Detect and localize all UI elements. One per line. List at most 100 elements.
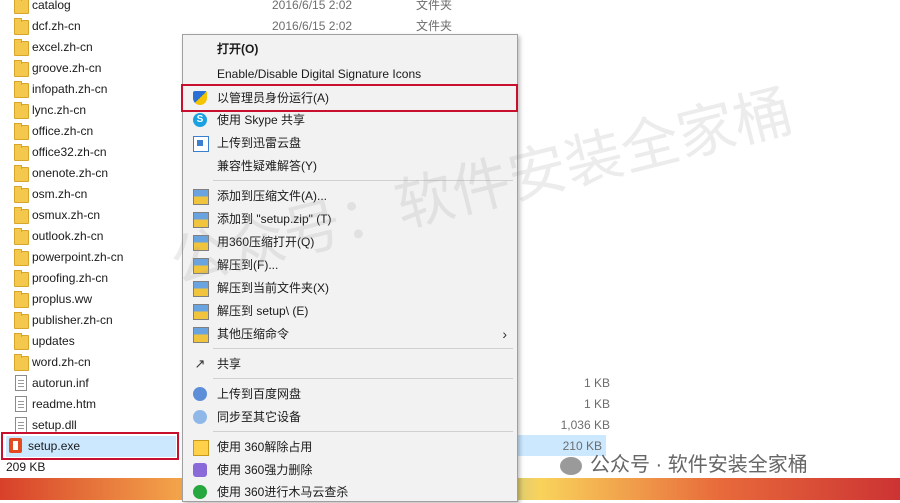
menu-item-label: 同步至其它设备 xyxy=(217,410,302,424)
menu-separator xyxy=(213,180,513,181)
menu-item-label: 添加到 "setup.zip" (T) xyxy=(217,212,332,226)
menu-item-label: 其他压缩命令 xyxy=(217,327,290,341)
file-name: excel.zh-cn xyxy=(32,40,93,54)
menu-item-extract-setup[interactable]: 解压到 setup\ (E) xyxy=(183,300,517,322)
archive-icon xyxy=(193,258,209,274)
menu-item-label: 打开(O) xyxy=(217,42,259,56)
folder-icon xyxy=(14,249,29,266)
status-bar-size: 209 KB xyxy=(6,460,46,474)
menu-item-label: 使用 Skype 共享 xyxy=(217,113,306,127)
folder-icon xyxy=(14,81,29,98)
baidu-cloud-icon xyxy=(193,387,207,401)
xunlei-cloud-icon xyxy=(193,136,209,152)
wechat-account-mark: 公众号 · 软件安装全家桶 xyxy=(560,452,808,478)
submenu-arrow-icon: › xyxy=(502,326,507,342)
folder-icon xyxy=(14,291,29,308)
menu-item-other-compress[interactable]: 其他压缩命令 › xyxy=(183,323,517,345)
archive-icon xyxy=(193,281,209,297)
wechat-account-label: 公众号 · 软件安装全家桶 xyxy=(590,454,808,476)
file-name: readme.htm xyxy=(32,397,97,411)
file-name: office32.zh-cn xyxy=(32,145,107,159)
file-name: powerpoint.zh-cn xyxy=(32,250,124,264)
menu-item-label: Enable/Disable Digital Signature Icons xyxy=(217,67,422,81)
menu-separator xyxy=(213,348,513,349)
menu-item-label: 使用 360解除占用 xyxy=(217,440,313,454)
file-name: osm.zh-cn xyxy=(32,187,88,201)
menu-item-compat-troubleshoot[interactable]: 兼容性疑难解答(Y) xyxy=(183,155,517,177)
share-icon: ↗ xyxy=(194,356,206,371)
archive-icon xyxy=(193,304,209,320)
file-name: proofing.zh-cn xyxy=(32,271,109,285)
file-name: lync.zh-cn xyxy=(32,103,87,117)
dll-file-icon xyxy=(15,417,27,433)
inf-file-icon xyxy=(15,375,27,391)
archive-icon xyxy=(193,189,209,205)
menu-item-extract-here[interactable]: 解压到当前文件夹(X) xyxy=(183,277,517,299)
wechat-icon xyxy=(560,456,582,475)
menu-item-360-delete[interactable]: 使用 360强力删除 xyxy=(183,459,517,481)
360-scan-icon xyxy=(193,485,207,499)
menu-item-baidu-upload[interactable]: 上传到百度网盘 xyxy=(183,383,517,405)
file-name: publisher.zh-cn xyxy=(32,313,113,327)
file-name: updates xyxy=(32,334,75,348)
folder-icon xyxy=(14,60,29,77)
360-delete-icon xyxy=(193,463,207,477)
file-name: word.zh-cn xyxy=(32,355,91,369)
menu-item-label: 兼容性疑难解答(Y) xyxy=(217,159,317,173)
menu-item-label: 使用 360强力删除 xyxy=(217,463,313,477)
archive-icon xyxy=(193,212,209,228)
file-date: 2016/6/15 2:02 xyxy=(272,0,353,12)
menu-item-sync-devices[interactable]: 同步至其它设备 xyxy=(183,406,517,428)
menu-item-xunlei-upload[interactable]: 上传到迅雷云盘 xyxy=(183,132,517,154)
htm-file-icon xyxy=(15,396,27,412)
file-name: catalog xyxy=(32,0,71,12)
file-row-catalog[interactable]: catalog 2016/6/15 2:02 文件夹 xyxy=(10,0,610,16)
menu-item-label: 共享 xyxy=(217,357,242,371)
folder-icon xyxy=(14,165,29,182)
menu-item-share[interactable]: ↗ 共享 xyxy=(183,353,517,375)
menu-item-label: 上传到百度网盘 xyxy=(217,387,302,401)
file-name: osmux.zh-cn xyxy=(32,208,101,222)
sync-icon xyxy=(193,410,207,424)
menu-item-360-unlock[interactable]: 使用 360解除占用 xyxy=(183,436,517,458)
menu-item-label: 解压到(F)... xyxy=(217,258,279,272)
menu-item-add-archive[interactable]: 添加到压缩文件(A)... xyxy=(183,185,517,207)
file-name: autorun.inf xyxy=(32,376,89,390)
folder-icon xyxy=(14,228,29,245)
360-unlock-icon xyxy=(193,440,209,456)
folder-icon xyxy=(14,207,29,224)
folder-icon xyxy=(14,354,29,371)
file-name: office.zh-cn xyxy=(32,124,94,138)
file-name: infopath.zh-cn xyxy=(32,82,108,96)
folder-icon xyxy=(14,333,29,350)
folder-icon xyxy=(14,144,29,161)
context-menu: 打开(O) Enable/Disable Digital Signature I… xyxy=(181,34,518,502)
file-name: outlook.zh-cn xyxy=(32,229,104,243)
file-size: 1 KB xyxy=(583,376,610,390)
file-name: proplus.ww xyxy=(32,292,93,306)
menu-item-extract-to[interactable]: 解压到(F)... xyxy=(183,254,517,276)
folder-icon xyxy=(14,102,29,119)
menu-item-digital-signature[interactable]: Enable/Disable Digital Signature Icons xyxy=(183,63,517,85)
folder-icon xyxy=(14,18,29,35)
file-size: 1,036 KB xyxy=(560,418,610,432)
archive-icon xyxy=(193,235,209,251)
file-name: onenote.zh-cn xyxy=(32,166,109,180)
menu-item-open-360zip[interactable]: 用360压缩打开(Q) xyxy=(183,231,517,253)
folder-icon xyxy=(14,123,29,140)
file-name: groove.zh-cn xyxy=(32,61,102,75)
folder-icon xyxy=(14,39,29,56)
menu-item-label: 添加到压缩文件(A)... xyxy=(217,189,327,203)
menu-item-label: 用360压缩打开(Q) xyxy=(217,235,315,249)
file-type: 文件夹 xyxy=(416,0,453,12)
setup-exe-highlight-box xyxy=(1,432,179,460)
menu-item-label: 上传到迅雷云盘 xyxy=(217,136,302,150)
menu-item-open[interactable]: 打开(O) xyxy=(183,38,517,60)
run-as-admin-highlight-box xyxy=(181,84,518,112)
folder-icon xyxy=(14,186,29,203)
folder-icon xyxy=(14,0,29,14)
archive-icon xyxy=(193,327,209,343)
menu-item-add-setup-zip[interactable]: 添加到 "setup.zip" (T) xyxy=(183,208,517,230)
menu-item-skype-share[interactable]: S 使用 Skype 共享 xyxy=(183,109,517,131)
skype-icon: S xyxy=(193,113,207,127)
